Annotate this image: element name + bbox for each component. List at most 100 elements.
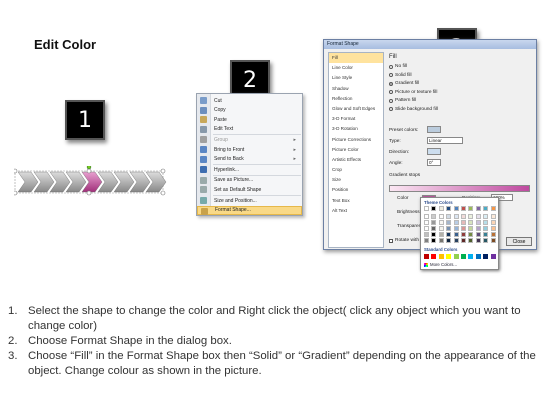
nav-item-picture-corrections[interactable]: Picture Corrections	[329, 135, 383, 145]
theme-color-swatch[interactable]	[431, 232, 437, 237]
theme-color-swatch[interactable]	[468, 214, 474, 219]
menu-item-hyperlink[interactable]: Hyperlink...	[197, 165, 302, 174]
nav-item-crop[interactable]: Crop	[329, 165, 383, 175]
theme-color-swatch[interactable]	[461, 206, 466, 211]
theme-color-swatch[interactable]	[483, 214, 489, 219]
standard-color-swatch[interactable]	[468, 254, 474, 259]
preset-colors-dropdown[interactable]	[427, 126, 441, 133]
chevron-arrows-shape[interactable]	[14, 166, 184, 198]
theme-color-swatch[interactable]	[446, 238, 452, 243]
standard-color-swatch[interactable]	[446, 254, 452, 259]
theme-color-swatch[interactable]	[490, 220, 496, 225]
nav-item-glow-and-soft-edges[interactable]: Glow and Soft Edges	[329, 104, 383, 114]
theme-color-swatch[interactable]	[468, 238, 474, 243]
radio-button[interactable]	[389, 73, 393, 77]
standard-color-swatch[interactable]	[424, 254, 429, 259]
gradient-stops-bar[interactable]	[389, 185, 530, 192]
theme-color-swatch[interactable]	[453, 220, 459, 225]
nav-item-3-d-format[interactable]: 3-D Format	[329, 114, 383, 124]
theme-color-swatch[interactable]	[446, 214, 452, 219]
theme-color-swatch[interactable]	[490, 214, 496, 219]
menu-item-size-and-position[interactable]: Size and Position...	[197, 196, 302, 205]
theme-color-swatch[interactable]	[446, 226, 452, 231]
theme-color-swatch[interactable]	[468, 220, 474, 225]
direction-dropdown[interactable]	[427, 148, 441, 155]
nav-item-picture-color[interactable]: Picture Color	[329, 145, 383, 155]
theme-color-swatch[interactable]	[431, 214, 437, 219]
theme-color-swatch[interactable]	[424, 206, 429, 211]
fill-option-picture-or-texture-fill[interactable]: Picture or texture fill	[389, 90, 437, 95]
theme-color-swatch[interactable]	[475, 220, 481, 225]
radio-button[interactable]	[389, 81, 393, 86]
more-colors-item[interactable]: More Colors...	[424, 262, 457, 267]
standard-color-swatch[interactable]	[483, 254, 489, 259]
menu-item-paste[interactable]: Paste	[197, 115, 302, 124]
radio-button[interactable]	[389, 64, 393, 69]
angle-field[interactable]: 0°	[427, 159, 441, 166]
theme-color-swatch[interactable]	[438, 220, 444, 225]
standard-color-swatch[interactable]	[475, 254, 481, 259]
standard-color-swatch[interactable]	[461, 254, 466, 259]
theme-color-swatch[interactable]	[446, 206, 452, 211]
theme-color-swatch[interactable]	[438, 238, 444, 243]
radio-button[interactable]	[389, 90, 393, 94]
fill-option-pattern-fill[interactable]: Pattern fill	[389, 98, 416, 103]
theme-color-swatch[interactable]	[446, 220, 452, 225]
menu-item-cut[interactable]: Cut	[197, 96, 302, 105]
menu-item-format-shape[interactable]: Format Shape...	[197, 205, 302, 215]
theme-color-swatch[interactable]	[483, 206, 489, 211]
nav-item-line-style[interactable]: Line Style	[329, 73, 383, 83]
theme-color-swatch[interactable]	[475, 232, 481, 237]
theme-color-swatch[interactable]	[453, 214, 459, 219]
nav-item-size[interactable]: Size	[329, 175, 383, 185]
nav-item-position[interactable]: Position	[329, 185, 383, 195]
menu-item-copy[interactable]: Copy	[197, 106, 302, 115]
theme-color-swatch[interactable]	[461, 238, 466, 243]
standard-color-swatch[interactable]	[490, 254, 496, 259]
nav-item-fill[interactable]: Fill	[329, 53, 383, 64]
theme-color-swatch[interactable]	[475, 238, 481, 243]
theme-color-swatch[interactable]	[490, 226, 496, 231]
theme-color-swatch[interactable]	[475, 226, 481, 231]
theme-color-swatch[interactable]	[468, 226, 474, 231]
theme-color-swatch[interactable]	[431, 226, 437, 231]
theme-color-swatch[interactable]	[453, 238, 459, 243]
theme-color-swatch[interactable]	[483, 238, 489, 243]
nav-item-shadow[interactable]: Shadow	[329, 84, 383, 94]
standard-color-swatch[interactable]	[438, 254, 444, 259]
menu-item-send-to-back[interactable]: Send to Back ▸	[197, 155, 302, 164]
theme-color-swatch[interactable]	[431, 206, 437, 211]
theme-color-swatch[interactable]	[490, 232, 496, 237]
fill-option-gradient-fill[interactable]: Gradient fill	[389, 81, 419, 86]
fill-option-no-fill[interactable]: No fill	[389, 64, 407, 69]
theme-color-swatch[interactable]	[483, 232, 489, 237]
nav-item-artistic-effects[interactable]: Artistic Effects	[329, 155, 383, 165]
theme-color-swatch[interactable]	[424, 226, 429, 231]
theme-color-swatch[interactable]	[461, 220, 466, 225]
menu-item-set-as-default-shape[interactable]: Set as Default Shape	[197, 185, 302, 194]
standard-color-swatch[interactable]	[431, 254, 437, 259]
theme-color-swatch[interactable]	[490, 206, 496, 211]
theme-color-swatch[interactable]	[475, 206, 481, 211]
theme-color-swatch[interactable]	[468, 206, 474, 211]
theme-color-swatch[interactable]	[461, 214, 466, 219]
theme-color-swatch[interactable]	[468, 232, 474, 237]
menu-item-save-as-picture[interactable]: Save as Picture...	[197, 176, 302, 185]
menu-item-bring-to-front[interactable]: Bring to Front ▸	[197, 145, 302, 154]
theme-color-swatch[interactable]	[431, 238, 437, 243]
menu-item-edit-text[interactable]: Edit Text	[197, 125, 302, 134]
nav-item-line-color[interactable]: Line Color	[329, 63, 383, 73]
theme-color-swatch[interactable]	[424, 238, 429, 243]
theme-color-swatch[interactable]	[424, 232, 429, 237]
nav-item-reflection[interactable]: Reflection	[329, 94, 383, 104]
theme-color-swatch[interactable]	[446, 232, 452, 237]
menu-item-group[interactable]: Group ▸	[197, 135, 302, 144]
nav-item-alt-text[interactable]: Alt Text	[329, 206, 383, 216]
theme-color-swatch[interactable]	[453, 206, 459, 211]
radio-button[interactable]	[389, 98, 393, 103]
theme-color-swatch[interactable]	[424, 214, 429, 219]
theme-color-swatch[interactable]	[453, 232, 459, 237]
theme-color-swatch[interactable]	[461, 226, 466, 231]
type-dropdown[interactable]: Linear	[427, 137, 463, 144]
theme-color-swatch[interactable]	[475, 214, 481, 219]
